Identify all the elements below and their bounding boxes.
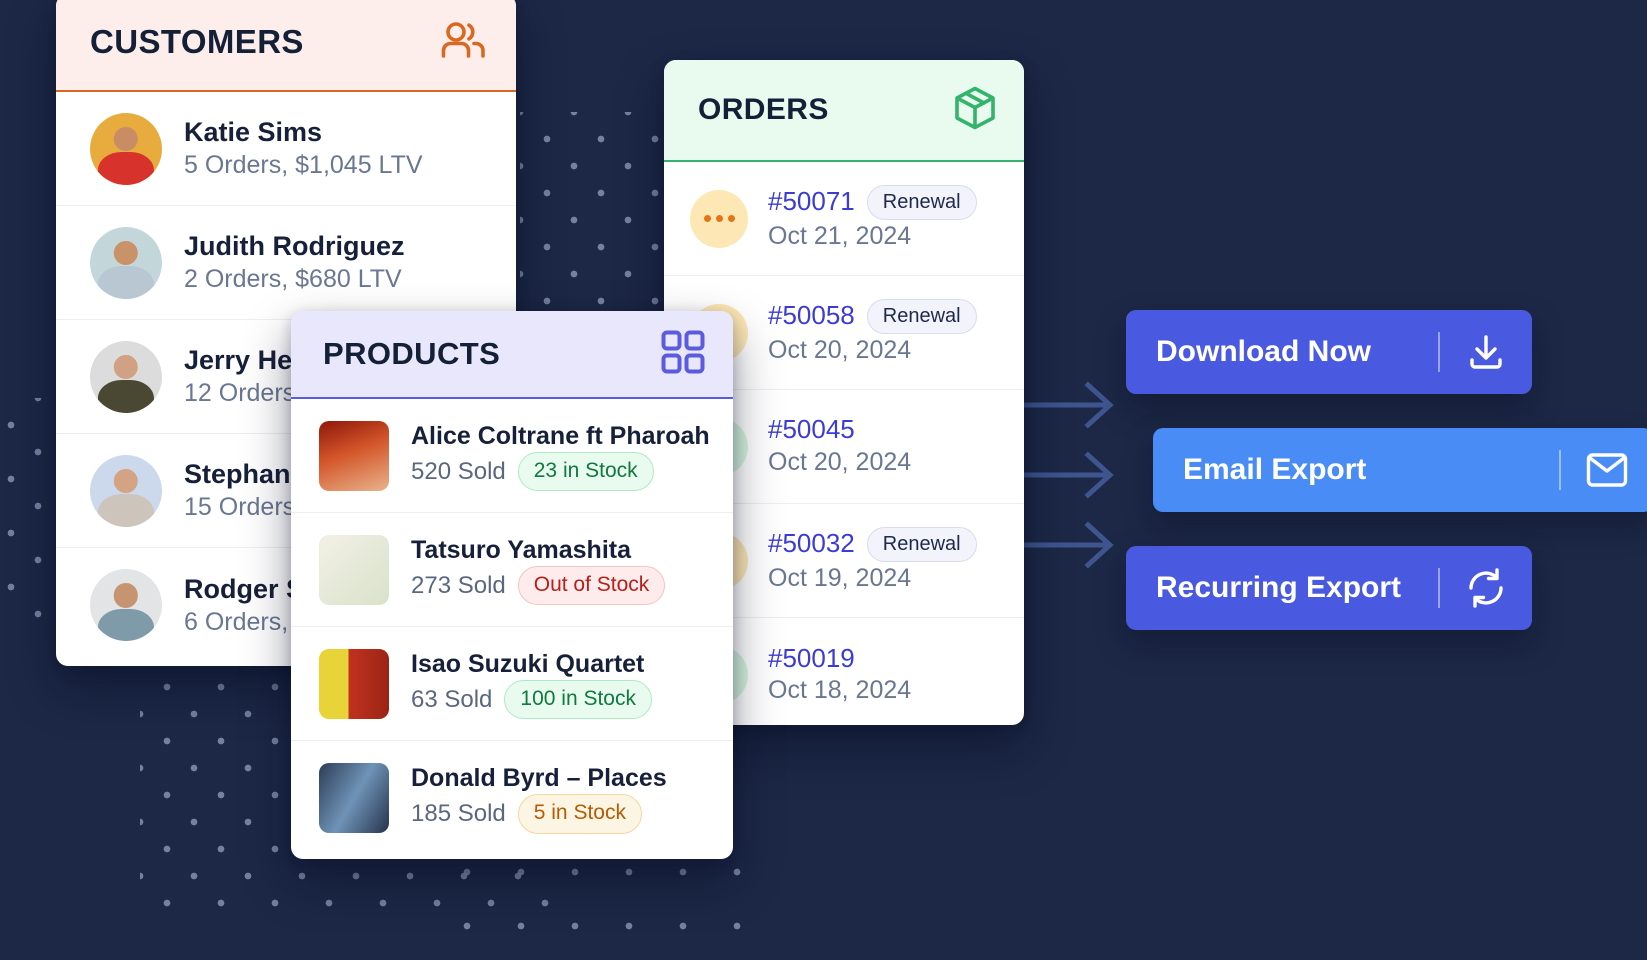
customer-meta: 2 Orders, $680 LTV (184, 265, 402, 294)
envelope-icon (1561, 452, 1647, 488)
grid-icon (661, 330, 705, 379)
orders-card-title: ORDERS (698, 93, 829, 126)
customer-row[interactable]: Judith Rodriguez 2 Orders, $680 LTV (56, 206, 516, 320)
order-avatar (690, 189, 748, 248)
products-card-header: PRODUCTS (291, 311, 733, 399)
customers-card-title: CUSTOMERS (90, 23, 304, 60)
product-stock-badge: Out of Stock (517, 565, 666, 606)
avatar (90, 340, 162, 413)
products-card[interactable]: PRODUCTS Alice Coltrane ft Pharoah 520 So… (291, 311, 733, 859)
product-row[interactable]: Alice Coltrane ft Pharoah 520 Sold 23 in S… (291, 399, 733, 513)
users-icon (440, 21, 486, 63)
album-cover (319, 534, 389, 605)
email-export-label: Email Export (1183, 453, 1367, 486)
order-id[interactable]: #50032 (768, 528, 855, 559)
order-badge: Renewal (866, 184, 977, 220)
product-sold: 273 Sold (411, 571, 506, 599)
download-icon (1440, 332, 1532, 372)
orders-card-header: ORDERS (664, 60, 1024, 162)
customer-name: Judith Rodriguez (184, 231, 405, 262)
product-stock-badge: 100 in Stock (504, 679, 652, 720)
album-cover (319, 648, 389, 719)
avatar (90, 226, 162, 299)
order-id[interactable]: #50019 (768, 643, 855, 674)
order-badge: Renewal (866, 298, 977, 334)
product-stock-badge: 23 in Stock (517, 451, 654, 492)
order-date: Oct 20, 2024 (768, 335, 912, 364)
product-row[interactable]: Isao Suzuki Quartet 63 Sold 100 in Stock (291, 627, 733, 741)
avatar (90, 112, 162, 185)
customer-meta: 5 Orders, $1,045 LTV (184, 151, 423, 180)
download-now-button[interactable]: Download Now (1126, 310, 1532, 394)
product-row[interactable]: Tatsuro Yamashita 273 Sold Out of Stock (291, 513, 733, 627)
recurring-export-button[interactable]: Recurring Export (1126, 546, 1532, 630)
products-list: Alice Coltrane ft Pharoah 520 Sold 23 in S… (291, 399, 733, 855)
products-card-title: PRODUCTS (323, 336, 501, 371)
flow-arrows (1009, 375, 1132, 580)
recurring-export-label: Recurring Export (1156, 571, 1402, 604)
order-date: Oct 18, 2024 (768, 676, 912, 705)
customer-row[interactable]: Katie Sims 5 Orders, $1,045 LTV (56, 92, 516, 206)
order-id[interactable]: #50058 (768, 300, 855, 331)
refresh-icon (1440, 567, 1532, 609)
album-cover (319, 763, 389, 833)
order-id[interactable]: #50045 (768, 414, 855, 445)
product-sold: 185 Sold (411, 800, 506, 828)
customers-card-header: CUSTOMERS (56, 0, 516, 92)
download-now-label: Download Now (1156, 335, 1371, 368)
order-badge: Renewal (866, 526, 977, 562)
product-stock-badge: 5 in Stock (517, 794, 642, 834)
order-date: Oct 19, 2024 (768, 563, 912, 592)
box-icon (952, 85, 998, 136)
product-row[interactable]: Donald Byrd – Places 185 Sold 5 in Stock (291, 741, 733, 855)
product-name: Isao Suzuki Quartet (411, 649, 645, 678)
order-date: Oct 21, 2024 (768, 221, 912, 250)
product-name: Alice Coltrane ft Pharoah (411, 421, 710, 450)
order-row[interactable]: #50071 Renewal Oct 21, 2024 (664, 162, 1024, 276)
product-sold: 520 Sold (411, 457, 506, 485)
order-date: Oct 20, 2024 (768, 447, 912, 476)
product-name: Tatsuro Yamashita (411, 535, 631, 564)
order-id[interactable]: #50071 (768, 186, 855, 217)
customer-name: Katie Sims (184, 117, 323, 148)
avatar (90, 569, 162, 641)
album-cover (319, 420, 389, 491)
dot-pattern-bottom-strip (440, 845, 770, 955)
email-export-button[interactable]: Email Export (1153, 428, 1647, 512)
product-name: Donald Byrd – Places (411, 764, 667, 793)
product-sold: 63 Sold (411, 685, 493, 713)
avatar (90, 454, 162, 527)
